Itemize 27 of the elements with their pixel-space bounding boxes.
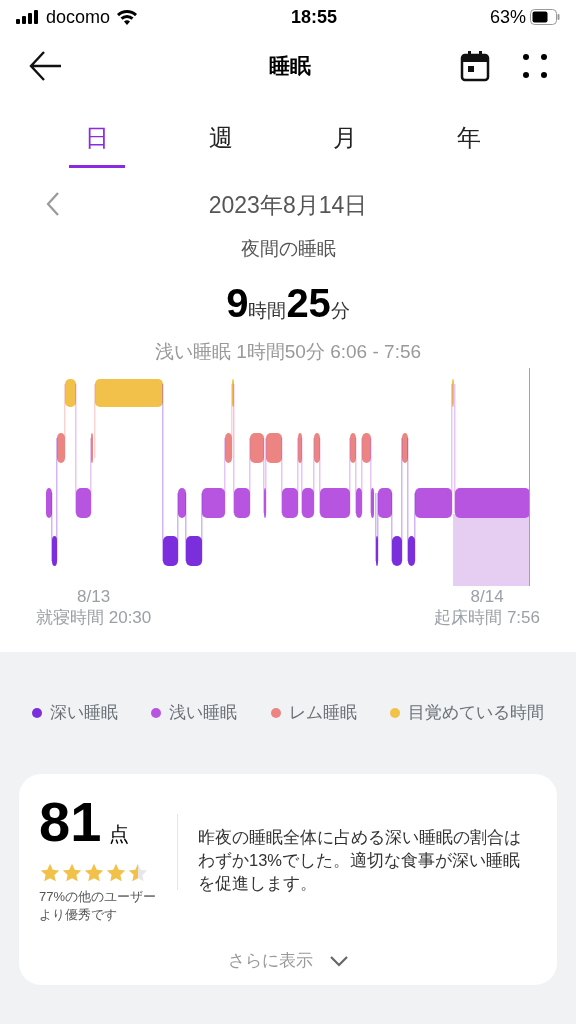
bedtime-label: 就寝時間 20:30 (36, 606, 152, 628)
minutes-unit: 分 (330, 300, 350, 323)
date-label: 2023年8月14日 (208, 191, 368, 220)
selection-label: 浅い睡眠 1時間50分 6:06 - 7:56 (154, 341, 422, 364)
bedtime-date: 8/13 (77, 585, 111, 607)
score-message: 昨夜の睡眠全体に占める深い睡眠の割合はわずか13%でした。適切な食事が深い睡眠を促進します。 (197, 826, 522, 894)
period-tab[interactable]: 年 (441, 118, 497, 168)
duration-minutes: 25 (286, 283, 331, 323)
period-tab[interactable]: 週 (193, 118, 249, 168)
clock-time: 18:55 (291, 5, 338, 29)
period-tab[interactable]: 日 (69, 118, 125, 168)
period-tab[interactable]: 月 (317, 118, 373, 168)
legend-label: 目覚めている時間 (408, 702, 544, 724)
legend-label: レム睡眠 (288, 702, 357, 724)
legend-label: 深い睡眠 (50, 702, 118, 724)
rank-text: 77%の他のユーザーより優秀です (39, 887, 158, 924)
page-title: 睡眠 (268, 53, 312, 80)
carrier-name: docomo (46, 5, 111, 29)
score-value: 81 (39, 793, 102, 850)
wake-label: 起床時間 7:56 (434, 606, 540, 628)
duration-hours: 9 (226, 283, 249, 323)
battery-percent: 63% (489, 5, 526, 29)
wake-date: 8/14 (470, 585, 504, 607)
hours-unit: 時間 (248, 299, 287, 323)
sleep-type-label: 夜間の睡眠 (240, 236, 336, 261)
legend-label: 浅い睡眠 (169, 702, 238, 724)
score-unit: 点 (109, 821, 130, 847)
